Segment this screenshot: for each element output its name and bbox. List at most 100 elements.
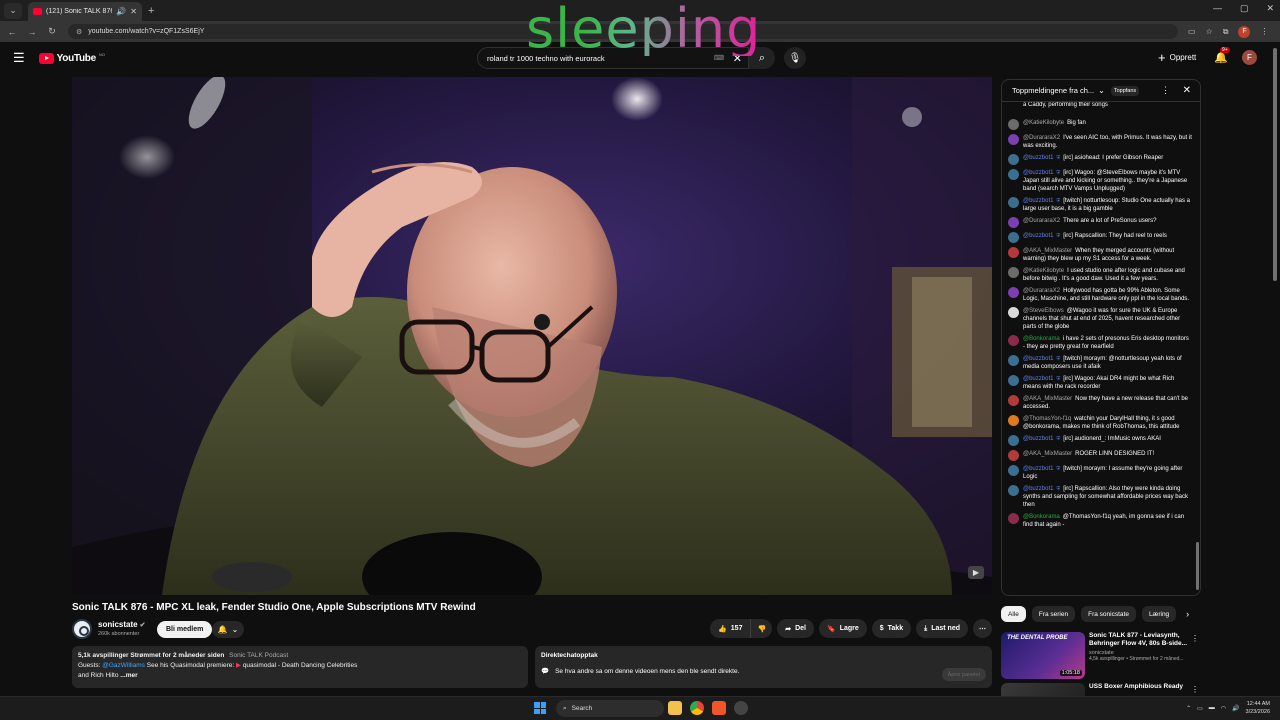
more-vertical-icon[interactable]: ⋮ (1191, 634, 1199, 643)
brave-icon[interactable] (712, 701, 726, 715)
account-avatar[interactable]: F (1242, 50, 1257, 65)
recommendation-thumbnail[interactable] (1001, 683, 1085, 696)
message-author[interactable]: @DurararaX2 (1023, 218, 1060, 224)
taskbar-search[interactable]: ⌕ Search (556, 700, 664, 717)
youtube-logo[interactable]: YouTube NO (38, 52, 105, 64)
open-panel-button[interactable]: Åpne panelet (941, 668, 986, 681)
windows-start-icon[interactable] (534, 702, 546, 714)
message-author[interactable]: @KatieKilobyte (1023, 120, 1064, 126)
message-author[interactable]: @buzzbot1 (1023, 170, 1053, 176)
browser-menu-icon[interactable]: ⋮ (1260, 27, 1268, 36)
message-author[interactable]: @ThomasYon-f1q (1023, 416, 1071, 422)
message-author[interactable]: @KatieKilobyte (1023, 268, 1064, 274)
network-icon[interactable]: ▭ (1197, 705, 1203, 712)
recommendation-item[interactable]: THE DENTAL PROBE 1:05:18 Sonic TALK 877 … (1001, 632, 1201, 679)
message-author[interactable]: @Bonkorama (1023, 514, 1060, 520)
recommendation-thumbnail[interactable]: THE DENTAL PROBE 1:05:18 (1001, 632, 1085, 679)
volume-icon[interactable]: 🔊 (1232, 705, 1239, 712)
chevron-right-icon[interactable]: › (1186, 609, 1189, 619)
more-actions-button[interactable]: ⋯ (973, 619, 992, 638)
avatar[interactable] (1008, 335, 1019, 346)
message-author[interactable]: @buzzbot1 (1023, 376, 1053, 382)
language-icon[interactable]: ▬ (1209, 705, 1215, 711)
description-box[interactable]: 5,1k avspillinger Strømmet for 2 måneder… (72, 646, 528, 688)
close-chat-icon[interactable]: ✕ (1183, 85, 1191, 96)
reload-button[interactable]: ↻ (44, 26, 60, 37)
like-button[interactable]: 👍 157 (710, 619, 752, 638)
wifi-icon[interactable]: ◠ (1221, 705, 1226, 712)
app-icon[interactable] (734, 701, 748, 715)
show-more-link[interactable]: ...mer (120, 672, 137, 679)
message-author[interactable]: @buzzbot1 (1023, 198, 1053, 204)
message-author[interactable]: @Bonkorama (1023, 336, 1060, 342)
more-vertical-icon[interactable]: ⋮ (1191, 685, 1199, 694)
back-button[interactable]: ← (4, 27, 20, 37)
top-fans-badge[interactable]: Toppfans (1110, 85, 1140, 96)
avatar[interactable] (1008, 267, 1019, 278)
filter-chip[interactable]: Læring (1141, 606, 1177, 622)
avatar[interactable] (1008, 169, 1019, 180)
site-info-icon[interactable]: ⚙ (76, 28, 82, 36)
message-author[interactable]: @AKA_MixMaster (1023, 396, 1072, 402)
notification-settings-button[interactable]: 🔔 ⌄ (212, 621, 244, 638)
chat-messages[interactable]: a Caddy, performing their songs @KatieKi… (1002, 102, 1196, 595)
message-author[interactable]: @buzzbot1 (1023, 486, 1053, 492)
notifications-button[interactable]: 🔔 9+ (1214, 47, 1230, 64)
browser-profile-avatar[interactable]: F (1238, 25, 1251, 38)
chat-mode-title[interactable]: Toppmeldingene fra ch... (1012, 86, 1094, 95)
voice-search-button[interactable]: 🎙 (784, 47, 806, 69)
recommendation-item[interactable]: USS Boxer Amphibious Ready ⋮ (1001, 683, 1201, 696)
avatar[interactable] (1008, 450, 1019, 461)
message-author[interactable]: @buzzbot1 (1023, 155, 1053, 161)
message-author[interactable]: @buzzbot1 (1023, 466, 1053, 472)
message-author[interactable]: @DurararaX2 (1023, 288, 1060, 294)
save-button[interactable]: 🔖 Lagre (818, 619, 867, 638)
maximize-button[interactable]: ▢ (1240, 3, 1249, 14)
bookmark-star-icon[interactable]: ☆ (1206, 27, 1213, 36)
message-author[interactable]: @DurararaX2 (1023, 135, 1060, 141)
file-explorer-icon[interactable] (668, 701, 682, 715)
thanks-button[interactable]: $ Takk (871, 619, 912, 638)
create-button[interactable]: + Opprett (1158, 50, 1196, 65)
podcast-link[interactable]: Sonic TALK Podcast (229, 652, 288, 659)
taskbar-clock[interactable]: 12:44 AM 3/23/2026 (1246, 700, 1270, 716)
share-button[interactable]: ➦ Del (777, 619, 814, 638)
download-button[interactable]: ⤓ Last ned (916, 619, 968, 638)
avatar[interactable] (1008, 415, 1019, 426)
avatar[interactable] (1008, 485, 1019, 496)
youtube-watermark-icon[interactable]: ▶ (968, 566, 984, 579)
avatar[interactable] (1008, 197, 1019, 208)
cast-icon[interactable]: ▭ (1188, 27, 1196, 36)
message-author[interactable]: @SteveElbows (1023, 308, 1064, 314)
message-author[interactable]: @AKA_MixMaster (1023, 451, 1072, 457)
avatar[interactable] (1008, 435, 1019, 446)
new-tab-button[interactable]: + (148, 5, 154, 17)
avatar[interactable] (1008, 247, 1019, 258)
avatar[interactable] (1008, 513, 1019, 524)
recommendation-title[interactable]: USS Boxer Amphibious Ready (1089, 683, 1193, 691)
chevron-down-icon[interactable]: ⌄ (1098, 86, 1105, 95)
video-player[interactable]: ▶ (72, 77, 992, 595)
tab-search-button[interactable]: ⌄ (4, 2, 22, 19)
avatar[interactable] (1008, 232, 1019, 243)
channel-name[interactable]: sonicstate ✔ (98, 620, 145, 629)
page-scrollbar[interactable] (1273, 48, 1277, 281)
chat-more-icon[interactable]: ⋮ (1161, 85, 1170, 96)
chat-scrollbar[interactable] (1196, 542, 1199, 590)
avatar[interactable] (1008, 355, 1019, 366)
avatar[interactable] (1008, 465, 1019, 476)
filter-chip[interactable]: Fra serien (1031, 606, 1076, 622)
chrome-icon[interactable] (690, 701, 704, 715)
extensions-icon[interactable]: ⧉ (1223, 27, 1229, 37)
browser-tab[interactable]: (121) Sonic TALK 876 - MPC 🔊 ✕ (28, 2, 142, 21)
join-button[interactable]: Bli medlem (157, 621, 213, 638)
filter-chip[interactable]: Alle (1001, 606, 1026, 622)
message-author[interactable]: @AKA_MixMaster (1023, 248, 1072, 254)
dislike-button[interactable]: 👎 (751, 619, 773, 638)
close-tab-icon[interactable]: ✕ (130, 7, 137, 16)
speaker-icon[interactable]: 🔊 (116, 7, 126, 16)
message-author[interactable]: @buzzbot1 (1023, 356, 1053, 362)
avatar[interactable] (1008, 154, 1019, 165)
avatar[interactable] (1008, 375, 1019, 386)
minimize-button[interactable]: — (1213, 3, 1222, 14)
